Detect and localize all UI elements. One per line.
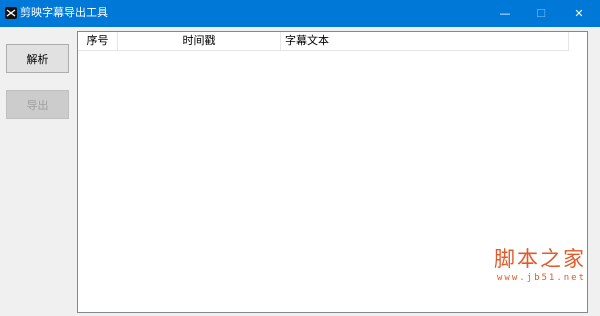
column-header-index[interactable]: 序号: [78, 32, 118, 50]
column-header-timestamp[interactable]: 时间戳: [118, 32, 281, 50]
watermark-url: www.jb51.net: [497, 273, 587, 283]
minimize-button[interactable]: —: [488, 0, 522, 27]
maximize-button[interactable]: ☐: [524, 0, 558, 27]
watermark-brand: 脚本之家: [494, 247, 586, 271]
title-bar: 剪映字幕导出工具 — ☐ ✕: [0, 0, 600, 27]
close-button[interactable]: ✕: [562, 0, 596, 27]
table-header: 序号 时间戳 字幕文本: [78, 32, 569, 51]
window-title: 剪映字幕导出工具: [20, 6, 108, 19]
capcut-logo-icon: [5, 7, 17, 19]
export-button[interactable]: 导出: [6, 90, 69, 119]
main-window-body: 解析 导出 序号 时间戳 字幕文本 脚本之家 www.jb51.net: [0, 27, 600, 316]
close-icon: ✕: [574, 7, 584, 20]
minimize-icon: —: [499, 7, 511, 20]
column-header-subtitle-text[interactable]: 字幕文本: [281, 32, 569, 50]
maximize-icon: ☐: [536, 7, 546, 20]
parse-button[interactable]: 解析: [6, 44, 69, 73]
watermark: 脚本之家 www.jb51.net: [494, 243, 594, 307]
